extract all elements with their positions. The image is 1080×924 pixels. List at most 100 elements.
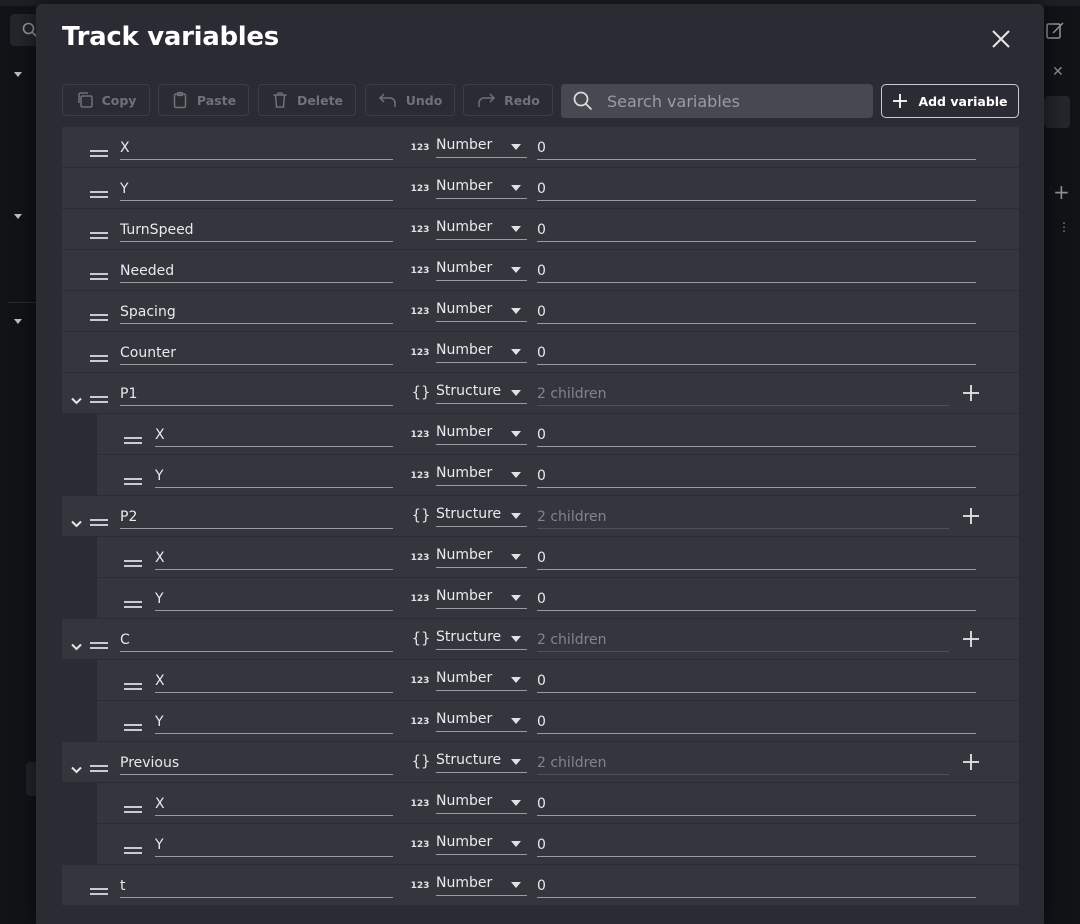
drag-handle[interactable] [90, 881, 108, 900]
variable-value-field[interactable]: 0 [537, 260, 976, 283]
variable-name-field[interactable]: Y [155, 588, 393, 611]
variable-name-field[interactable]: t [120, 875, 393, 898]
variable-type-select[interactable]: Structure [436, 379, 527, 404]
variable-name-field[interactable]: C [120, 629, 393, 652]
paste-button[interactable]: Paste [158, 84, 249, 116]
variable-type-select[interactable]: Number [436, 461, 527, 486]
drag-handle[interactable] [90, 143, 108, 162]
variable-name-field[interactable]: Needed [120, 260, 393, 283]
variable-name-field[interactable]: Previous [120, 752, 393, 775]
variable-value-field[interactable]: 0 [537, 793, 976, 816]
edit-icon[interactable] [1044, 20, 1066, 42]
variable-value-field[interactable]: 0 [537, 137, 976, 160]
background-add-icon[interactable]: + [1053, 180, 1070, 204]
variable-value-field[interactable]: 0 [537, 342, 976, 365]
variable-type-select[interactable]: Number [436, 830, 527, 855]
variable-value-field[interactable]: 0 [537, 834, 976, 857]
child-variable-row[interactable]: Y 123 Number 0 [97, 455, 1019, 496]
variable-name-field[interactable]: Y [155, 834, 393, 857]
variable-row[interactable]: Counter 123 Number 0 [62, 332, 1019, 373]
drag-handle[interactable] [90, 184, 108, 203]
variable-row[interactable]: X 123 Number 0 [62, 127, 1019, 168]
delete-button[interactable]: Delete [258, 84, 356, 116]
variable-row[interactable]: Spacing 123 Number 0 [62, 291, 1019, 332]
drag-handle[interactable] [90, 348, 108, 367]
child-variable-row[interactable]: Y 123 Number 0 [97, 824, 1019, 865]
background-close-icon[interactable]: ✕ [1052, 64, 1064, 80]
background-caret-icon[interactable] [14, 319, 22, 324]
add-child-button[interactable] [962, 384, 980, 406]
variable-type-select[interactable]: Number [436, 666, 527, 691]
variable-value-field[interactable]: 0 [537, 219, 976, 242]
drag-handle[interactable] [90, 266, 108, 285]
drag-handle[interactable] [124, 471, 142, 490]
variable-name-field[interactable]: Y [155, 465, 393, 488]
variable-type-select[interactable]: Number [436, 256, 527, 281]
background-tab[interactable] [26, 762, 36, 796]
variable-name-field[interactable]: X [120, 137, 393, 160]
drag-handle[interactable] [124, 799, 142, 818]
variable-type-select[interactable]: Number [436, 420, 527, 445]
variable-type-select[interactable]: Number [436, 871, 527, 896]
variable-name-field[interactable]: X [155, 424, 393, 447]
variable-type-select[interactable]: Structure [436, 502, 527, 527]
add-child-button[interactable] [962, 630, 980, 652]
drag-handle[interactable] [124, 553, 142, 572]
variable-type-select[interactable]: Number [436, 297, 527, 322]
drag-handle[interactable] [90, 758, 108, 777]
child-variable-row[interactable]: X 123 Number 0 [97, 783, 1019, 824]
variable-row[interactable]: Needed 123 Number 0 [62, 250, 1019, 291]
variable-value-field[interactable]: 0 [537, 178, 976, 201]
variable-name-field[interactable]: X [155, 547, 393, 570]
variable-value-field[interactable]: 0 [537, 588, 976, 611]
undo-button[interactable]: Undo [365, 84, 455, 116]
variable-name-field[interactable]: TurnSpeed [120, 219, 393, 242]
variable-type-select[interactable]: Number [436, 215, 527, 240]
drag-handle[interactable] [124, 430, 142, 449]
variable-name-field[interactable]: P1 [120, 383, 393, 406]
child-variable-row[interactable]: X 123 Number 0 [97, 537, 1019, 578]
variable-name-field[interactable]: Y [155, 711, 393, 734]
drag-handle[interactable] [90, 635, 108, 654]
add-child-button[interactable] [962, 507, 980, 529]
expand-toggle[interactable] [71, 513, 82, 532]
variable-value-field[interactable]: 0 [537, 670, 976, 693]
variable-type-select[interactable]: Number [436, 707, 527, 732]
variable-type-select[interactable]: Number [436, 174, 527, 199]
variable-row[interactable]: Y 123 Number 0 [62, 168, 1019, 209]
variable-value-field[interactable]: 0 [537, 875, 976, 898]
drag-handle[interactable] [90, 389, 108, 408]
drag-handle[interactable] [124, 594, 142, 613]
expand-toggle[interactable] [71, 636, 82, 655]
variable-row[interactable]: P1 {} Structure 2 children [62, 373, 1019, 414]
child-variable-row[interactable]: X 123 Number 0 [97, 660, 1019, 701]
background-caret-icon[interactable] [14, 214, 22, 219]
search-field[interactable] [561, 84, 873, 118]
variable-value-field[interactable]: 0 [537, 301, 976, 324]
child-variable-row[interactable]: X 123 Number 0 [97, 414, 1019, 455]
variable-type-select[interactable]: Number [436, 789, 527, 814]
variable-type-select[interactable]: Structure [436, 748, 527, 773]
drag-handle[interactable] [124, 717, 142, 736]
copy-button[interactable]: Copy [62, 84, 150, 116]
variable-value-field[interactable]: 0 [537, 547, 976, 570]
variable-row[interactable]: t 123 Number 0 [62, 865, 1019, 906]
add-child-button[interactable] [962, 753, 980, 775]
background-more-icon[interactable]: ⋮ [1058, 220, 1070, 234]
variable-name-field[interactable]: P2 [120, 506, 393, 529]
variable-name-field[interactable]: X [155, 793, 393, 816]
drag-handle[interactable] [90, 512, 108, 531]
variable-type-select[interactable]: Number [436, 338, 527, 363]
drag-handle[interactable] [124, 840, 142, 859]
variable-name-field[interactable]: Spacing [120, 301, 393, 324]
variable-row[interactable]: Previous {} Structure 2 children [62, 742, 1019, 783]
variable-value-field[interactable]: 0 [537, 465, 976, 488]
add-variable-button[interactable]: Add variable [881, 84, 1019, 118]
variable-type-select[interactable]: Number [436, 133, 527, 158]
child-variable-row[interactable]: Y 123 Number 0 [97, 701, 1019, 742]
search-input[interactable] [605, 90, 869, 112]
variable-row[interactable]: TurnSpeed 123 Number 0 [62, 209, 1019, 250]
drag-handle[interactable] [124, 676, 142, 695]
variable-value-field[interactable]: 0 [537, 424, 976, 447]
variable-type-select[interactable]: Number [436, 543, 527, 568]
